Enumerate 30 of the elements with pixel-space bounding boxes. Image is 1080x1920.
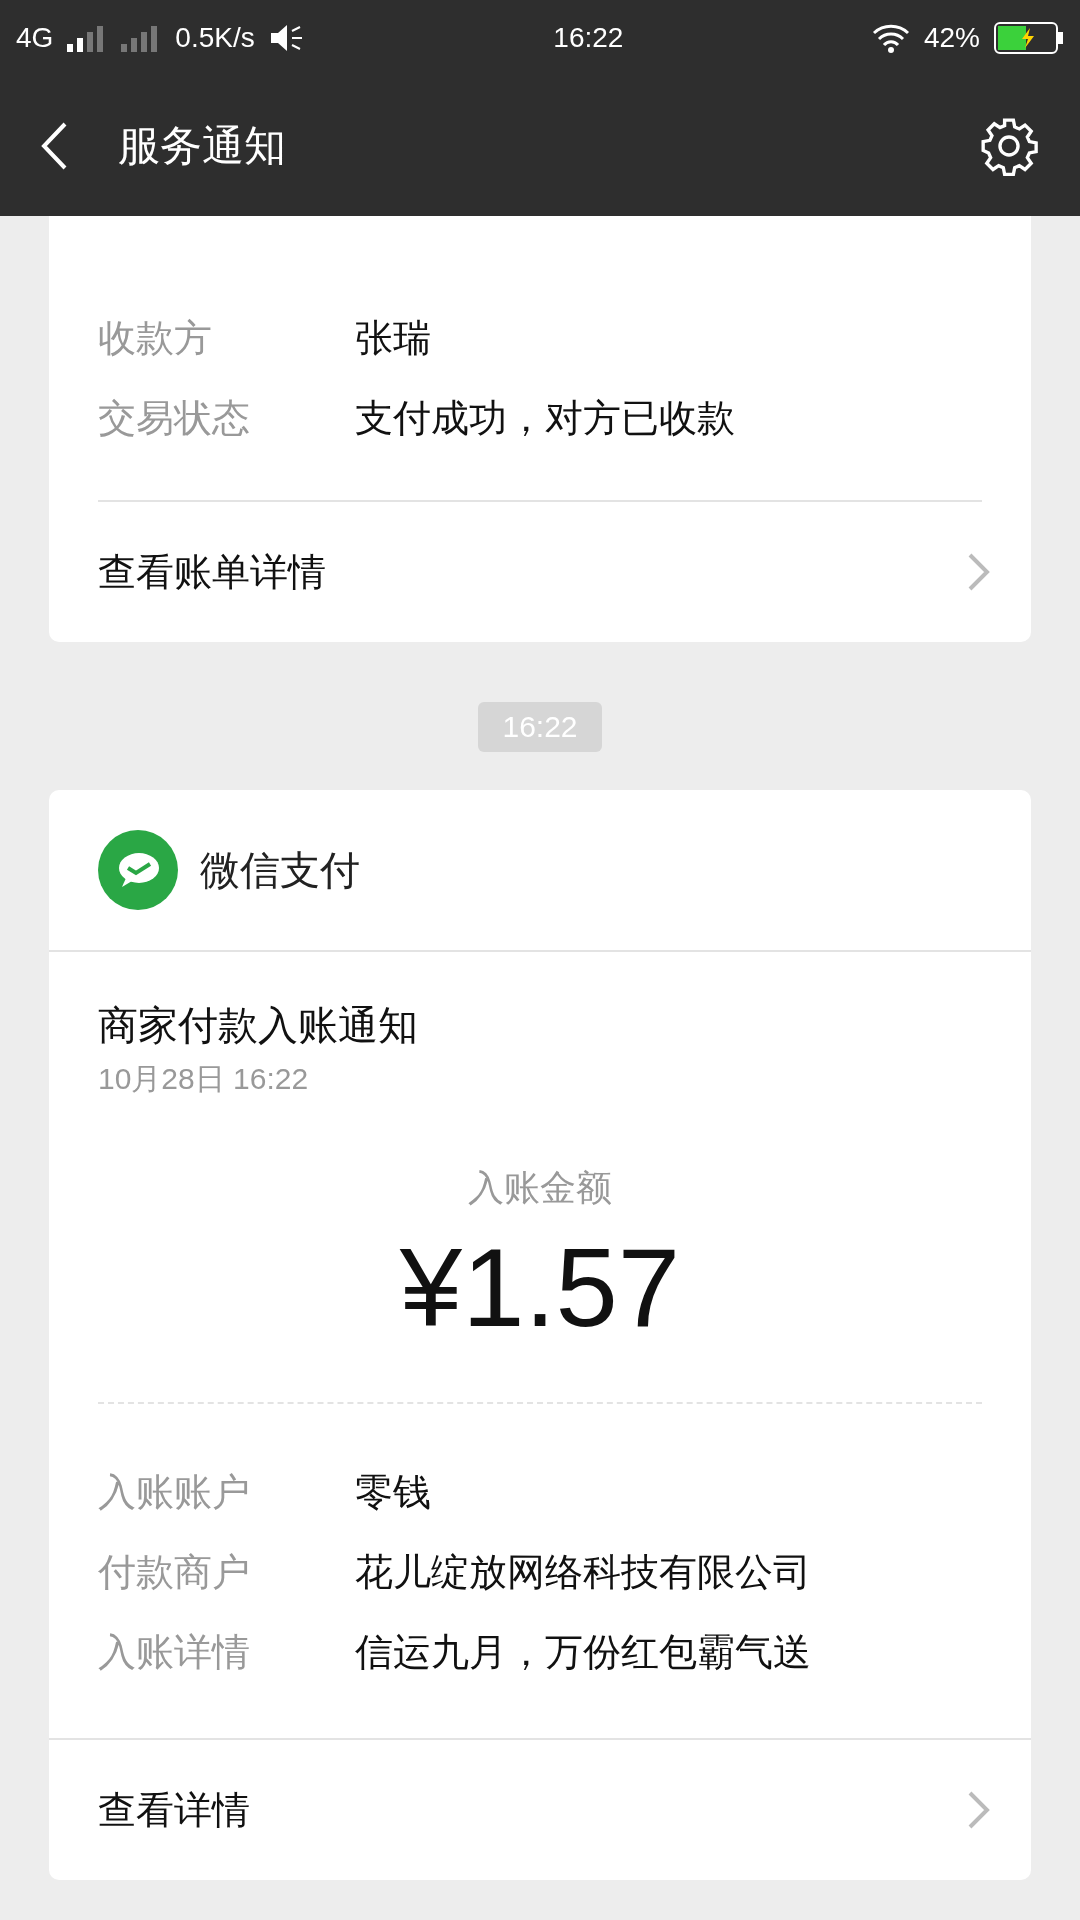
field-value: 张瑞 <box>355 315 431 361</box>
notice-date: 10月28日 16:22 <box>97 1061 310 1097</box>
field-value: 花儿绽放网络科技有限公司 <box>355 1549 811 1595</box>
network-speed: 0.5K/s <box>175 22 255 54</box>
field-label: 付款商户 <box>98 1549 251 1595</box>
chevron-right-icon <box>967 1790 991 1830</box>
clock: 16:22 <box>553 22 624 54</box>
wifi-icon <box>871 23 910 53</box>
field-label: 收款方 <box>98 315 213 361</box>
battery-icon <box>994 22 1064 54</box>
bill-details-link[interactable]: 查看账单详情 <box>49 502 1031 642</box>
amount-value: ¥1.57 <box>398 1224 682 1352</box>
details-link[interactable]: 查看详情 <box>49 1740 1031 1880</box>
amount-label: 入账金额 <box>467 1166 613 1210</box>
field-value: 支付成功，对方已收款 <box>355 395 735 441</box>
notice-title: 商家付款入账通知 <box>97 1002 419 1049</box>
page-title: 服务通知 <box>118 121 287 171</box>
settings-icon[interactable] <box>978 115 1040 177</box>
battery-level: 42% <box>923 22 980 54</box>
chevron-right-icon <box>967 552 991 592</box>
speaker-icon <box>268 23 305 53</box>
field-value: 信运九月，万份红包霸气送 <box>355 1629 811 1675</box>
field-label: 入账账户 <box>98 1469 251 1515</box>
source-name: 微信支付 <box>200 846 360 894</box>
back-icon[interactable] <box>40 121 68 171</box>
chat-bubble-icon <box>98 830 178 910</box>
field-value: 零钱 <box>355 1469 431 1515</box>
network-type: 4G <box>16 22 54 54</box>
field-label: 交易状态 <box>98 395 251 441</box>
field-label: 入账详情 <box>98 1629 251 1675</box>
